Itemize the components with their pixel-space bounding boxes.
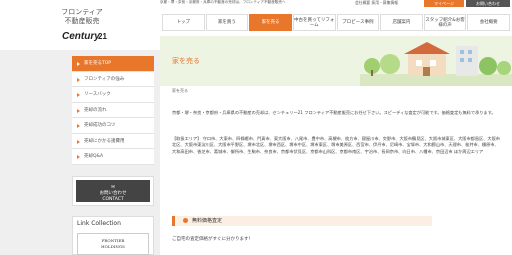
service-area-text: 【取扱エリア】 守口市、大東市、四條畷市、門真市、東大阪市、八尾市、豊中市、高槻…	[172, 136, 500, 154]
contact-button-sublabel: CONTACT	[102, 197, 124, 202]
svg-text:21: 21	[98, 32, 107, 41]
sidemenu-item-qa[interactable]: 売却Q&A	[72, 149, 154, 165]
nav-company[interactable]: 会社概要	[467, 14, 510, 31]
mypage-button[interactable]: マイページ	[424, 0, 464, 7]
section-title: 無料価格査定	[192, 218, 223, 224]
frontier-holdings-banner[interactable]: FRONTIER HOLDINGS	[77, 233, 149, 255]
bullet-icon	[183, 218, 188, 223]
breadcrumb: 家を売る	[160, 86, 512, 96]
nav-buy[interactable]: 家を買う	[205, 14, 249, 31]
free-appraisal-heading: 無料価格査定	[172, 216, 432, 226]
side-menu: 家を売るTOP フロンティアの強み リースバック 売却の流れ 売却成功のコツ 売…	[72, 56, 154, 165]
sidemenu-item-sell-top[interactable]: 家を売るTOP	[72, 56, 154, 72]
sidemenu-item-leaseback[interactable]: リースバック	[72, 87, 154, 103]
header-tagline: 京都・堺・奈良・京都府・兵庫の不動産の売却は、フロンティア不動産販売へ	[160, 0, 286, 4]
hero-banner: 家を売る	[160, 36, 512, 86]
header-link-company[interactable]: 会社概要	[355, 0, 370, 5]
sidemenu-item-tips[interactable]: 売却成功のコツ	[72, 118, 154, 134]
brand-name-line2: 不動産販売	[64, 17, 100, 25]
century21-logo-icon: Century 21	[62, 31, 107, 42]
banner-line2: HOLDINGS	[101, 244, 125, 249]
sidemenu-item-costs[interactable]: 売却にかかる諸費用	[72, 133, 154, 149]
sidemenu-item-strengths[interactable]: フロンティアの強み	[72, 71, 154, 87]
appraisal-lead-text: ご自宅の査定価格がすぐに分かります！	[172, 237, 253, 242]
link-collection-title: Link Collection	[77, 220, 121, 227]
contact-button[interactable]: ✉ お問い合わせ CONTACT	[76, 180, 150, 202]
nav-staff[interactable]: スタッフ紹介&お客様の声	[423, 14, 467, 31]
link-collection: Link Collection FRONTIER HOLDINGS	[72, 216, 154, 255]
global-nav: トップ 家を買う 家を売る 中古を買ってリフォーム プロピース事例 店舗案内 ス…	[162, 14, 510, 31]
intro-text: 京都・堺・奈良・京都府・兵庫県の不動産の売却は、センチュリー21 フロンティア不…	[172, 110, 496, 115]
header-link-recruit[interactable]: 採用・募集情報	[371, 0, 398, 5]
svg-text:Century: Century	[62, 31, 100, 42]
header-contact-button[interactable]: お問い合わせ	[466, 0, 510, 7]
page-title: 家を売る	[172, 57, 200, 65]
contact-button-label: お問い合わせ	[99, 191, 127, 196]
nav-reform[interactable]: 中古を買ってリフォーム	[292, 14, 336, 31]
header-links: 会社概要 採用・募集情報	[355, 0, 398, 6]
nav-sell[interactable]: 家を売る	[249, 14, 292, 31]
sidemenu-item-flow[interactable]: 売却の流れ	[72, 102, 154, 118]
nav-cases[interactable]: プロピース事例	[336, 14, 380, 31]
nav-stores[interactable]: 店舗案内	[380, 14, 423, 31]
nav-top[interactable]: トップ	[162, 14, 205, 31]
mail-icon: ✉	[111, 185, 115, 190]
main-content: 京都・堺・奈良・京都府・兵庫県の不動産の売却は、センチュリー21 フロンティア不…	[160, 96, 512, 255]
town-illustration-icon	[360, 42, 512, 86]
banner-line1: FRONTIER	[101, 238, 125, 243]
site-logo[interactable]: フロンティア 不動産販売 Century 21	[0, 0, 160, 50]
